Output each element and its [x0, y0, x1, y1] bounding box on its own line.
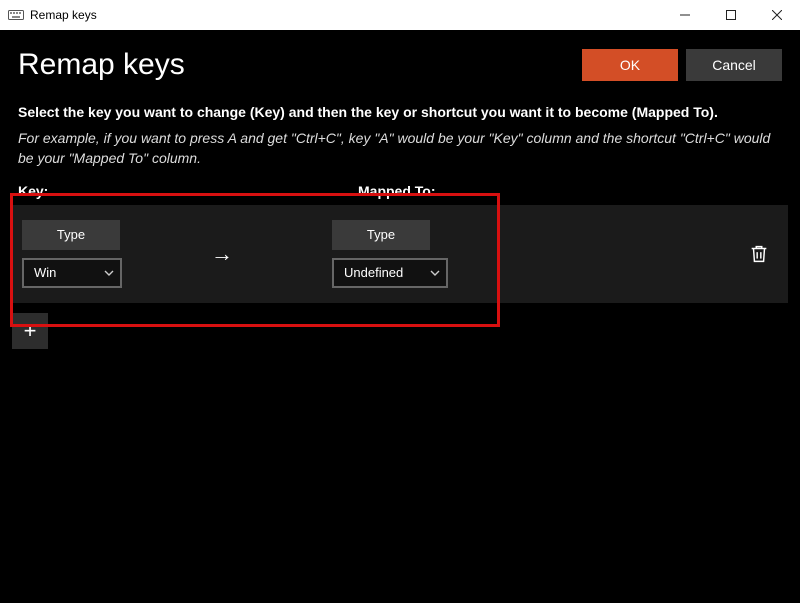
key-type-button[interactable]: Type: [22, 220, 120, 250]
mapped-column-label: Mapped To:: [358, 183, 436, 199]
window-controls: [662, 0, 800, 30]
minimize-button[interactable]: [662, 0, 708, 30]
mapped-dropdown-value: Undefined: [344, 265, 403, 280]
maximize-button[interactable]: [708, 0, 754, 30]
page-title: Remap keys: [18, 48, 574, 82]
instructions-text: Select the key you want to change (Key) …: [0, 92, 800, 128]
key-column: Type Win: [12, 220, 122, 288]
chevron-down-icon: [430, 268, 440, 278]
add-row-container: +: [0, 303, 800, 359]
trash-icon[interactable]: [748, 243, 770, 265]
key-column-label: Key:: [18, 183, 358, 199]
key-dropdown[interactable]: Win: [22, 258, 122, 288]
keyboard-icon: [8, 9, 24, 21]
mapped-column: Type Undefined: [322, 220, 448, 288]
column-labels: Key: Mapped To:: [0, 183, 800, 199]
add-mapping-button[interactable]: +: [12, 313, 48, 349]
mapping-row: Type Win → Type Undefined: [12, 205, 788, 303]
mapped-type-button[interactable]: Type: [332, 220, 430, 250]
chevron-down-icon: [104, 268, 114, 278]
cancel-button[interactable]: Cancel: [686, 49, 782, 81]
arrow-icon: →: [122, 241, 322, 267]
key-dropdown-value: Win: [34, 265, 56, 280]
delete-column: [748, 205, 770, 303]
ok-button[interactable]: OK: [582, 49, 678, 81]
close-button[interactable]: [754, 0, 800, 30]
example-text: For example, if you want to press A and …: [0, 128, 800, 183]
window-title: Remap keys: [30, 8, 662, 22]
titlebar: Remap keys: [0, 0, 800, 30]
mapped-dropdown[interactable]: Undefined: [332, 258, 448, 288]
header: Remap keys OK Cancel: [0, 30, 800, 92]
